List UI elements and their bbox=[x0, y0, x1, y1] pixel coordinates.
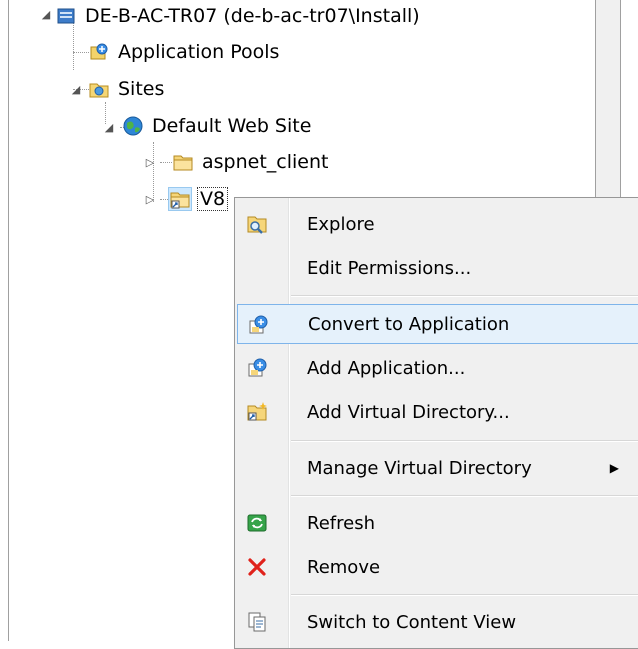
content-view-icon bbox=[245, 610, 269, 634]
menu-item-switch-to-content-view[interactable]: Switch to Content View bbox=[237, 602, 638, 642]
tree-node-server[interactable]: DE-B-AC-TR07 (de-b-ac-tr07\Install) bbox=[55, 2, 423, 30]
refresh-icon bbox=[245, 511, 269, 535]
app-pools-icon bbox=[88, 41, 110, 63]
add-vdir-icon bbox=[245, 400, 269, 424]
tree-node-label: Default Web Site bbox=[152, 115, 312, 137]
folder-icon bbox=[172, 151, 194, 173]
tree-node-v8[interactable]: V8 bbox=[168, 185, 229, 213]
add-app-icon bbox=[245, 356, 269, 380]
globe-icon bbox=[122, 115, 144, 137]
menu-item-explore[interactable]: Explore bbox=[237, 204, 638, 244]
menu-item-refresh[interactable]: Refresh bbox=[237, 503, 638, 543]
pane-divider bbox=[595, 0, 596, 200]
server-icon bbox=[55, 5, 77, 27]
tree-node-label: V8 bbox=[197, 187, 229, 211]
sites-icon bbox=[88, 78, 110, 100]
menu-item-convert-to-application[interactable]: Convert to Application bbox=[237, 304, 638, 344]
pane-splitter[interactable] bbox=[596, 0, 620, 200]
context-menu: Explore Edit Permissions... Convert to A… bbox=[234, 197, 638, 649]
tree-node-label: aspnet_client bbox=[202, 151, 329, 173]
tree-node-label: Sites bbox=[118, 78, 165, 100]
expand-aspnet-client-toggle[interactable]: ▷ bbox=[144, 157, 156, 169]
expand-v8-toggle[interactable]: ▷ bbox=[144, 194, 156, 206]
pane-border bbox=[8, 0, 9, 641]
tree-node-app-pools[interactable]: Application Pools bbox=[88, 38, 282, 66]
menu-item-edit-permissions[interactable]: Edit Permissions... bbox=[237, 248, 638, 288]
tree-node-default-web-site[interactable]: Default Web Site bbox=[122, 112, 314, 140]
remove-icon bbox=[245, 555, 269, 579]
tree-node-aspnet-client[interactable]: aspnet_client bbox=[172, 148, 331, 176]
features-pane-edge bbox=[621, 0, 638, 200]
menu-item-add-application[interactable]: Add Application... bbox=[237, 348, 638, 388]
tree-node-label: DE-B-AC-TR07 (de-b-ac-tr07\Install) bbox=[85, 5, 420, 27]
menu-item-manage-virtual-directory[interactable]: Manage Virtual Directory ▶ bbox=[237, 448, 638, 488]
virtual-directory-icon bbox=[168, 187, 192, 211]
menu-item-remove[interactable]: Remove bbox=[237, 547, 638, 587]
submenu-arrow-icon: ▶ bbox=[609, 461, 619, 475]
collapse-server-toggle[interactable]: ◢ bbox=[40, 9, 52, 21]
tree-node-label: Application Pools bbox=[118, 41, 280, 63]
explore-icon bbox=[245, 212, 269, 236]
collapse-sites-toggle[interactable]: ◢ bbox=[70, 84, 82, 96]
tree-node-sites[interactable]: Sites bbox=[88, 75, 167, 103]
collapse-default-site-toggle[interactable]: ◢ bbox=[103, 122, 115, 134]
menu-item-add-virtual-directory[interactable]: Add Virtual Directory... bbox=[237, 392, 638, 432]
convert-app-icon bbox=[246, 313, 270, 337]
